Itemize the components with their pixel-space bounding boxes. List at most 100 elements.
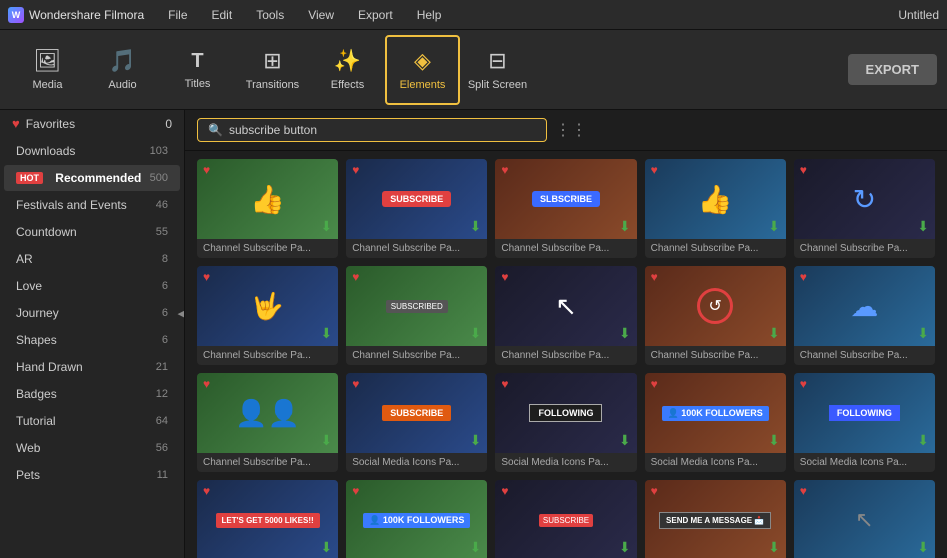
grid-item-17[interactable]: ♥ SUBSCRIBE ⬇ Subscribe1 [495, 480, 636, 558]
sidebar-item-festivals[interactable]: Festivals and Events 46 [4, 192, 180, 218]
thumb-content-7: ↖ [495, 266, 636, 346]
app-name: Wondershare Filmora [29, 8, 144, 22]
grid-item-19[interactable]: ♥ ↖ ⬇ Subscribe3 [794, 480, 935, 558]
toolbar-elements[interactable]: ◈ Elements [385, 35, 460, 105]
sidebar-item-handdrawn[interactable]: Hand Drawn 21 [4, 354, 180, 380]
subscribe-orange-badge: SUBSCRIBE [382, 405, 451, 421]
download-icon-12[interactable]: ⬇ [619, 432, 631, 449]
download-icon-15[interactable]: ⬇ [320, 539, 332, 556]
toolbar-split-screen[interactable]: ⊟ Split Screen [460, 35, 535, 105]
sidebar-item-love[interactable]: Love 6 [4, 273, 180, 299]
grid-label-0: Channel Subscribe Pa... [197, 239, 338, 258]
thumb-content-11: SUBSCRIBE [346, 373, 487, 453]
download-icon-9[interactable]: ⬇ [917, 325, 929, 342]
fav-icon-1: ♥ [352, 163, 359, 177]
followers-sm-badge: 👤 100K FOLLOWERS [363, 513, 470, 528]
grid-item-14[interactable]: ♥ FOLLOWING ⬇ Social Media Icons Pa... [794, 373, 935, 472]
download-icon-7[interactable]: ⬇ [619, 325, 631, 342]
grid-item-0[interactable]: ♥ 👍 ⬇ Channel Subscribe Pa... [197, 159, 338, 258]
grid-item-1[interactable]: ♥ SUBSCRIBE ⬇ Channel Subscribe Pa... [346, 159, 487, 258]
toolbar-audio[interactable]: 🎵 Audio [85, 35, 160, 105]
grid-item-11[interactable]: ♥ SUBSCRIBE ⬇ Social Media Icons Pa... [346, 373, 487, 472]
thumb-17: ♥ SUBSCRIBE ⬇ [495, 480, 636, 558]
grid-item-9[interactable]: ♥ ☁ ⬇ Channel Subscribe Pa... [794, 266, 935, 365]
menu-export[interactable]: Export [354, 6, 397, 24]
grid-item-5[interactable]: ♥ 🤟 ⬇ Channel Subscribe Pa... [197, 266, 338, 365]
menu-file[interactable]: File [164, 6, 191, 24]
download-icon-16[interactable]: ⬇ [470, 539, 482, 556]
grid-item-10[interactable]: ♥ 👤👤 ⬇ Channel Subscribe Pa... [197, 373, 338, 472]
thumb-9: ♥ ☁ ⬇ [794, 266, 935, 346]
fav-icon-10: ♥ [203, 377, 210, 391]
download-icon-11[interactable]: ⬇ [470, 432, 482, 449]
download-icon-19[interactable]: ⬇ [917, 539, 929, 556]
download-icon-6[interactable]: ⬇ [470, 325, 482, 342]
sidebar-item-shapes[interactable]: Shapes 6 [4, 327, 180, 353]
fav-icon-9: ♥ [800, 270, 807, 284]
grid-label-2: Channel Subscribe Pa... [495, 239, 636, 258]
grid-item-7[interactable]: ♥ ↖ ⬇ Channel Subscribe Pa... [495, 266, 636, 365]
elements-grid: ♥ 👍 ⬇ Channel Subscribe Pa... ♥ SUBSCRIB… [197, 159, 935, 558]
toolbar-effects[interactable]: ✨ Effects [310, 35, 385, 105]
download-icon-17[interactable]: ⬇ [619, 539, 631, 556]
menu-help[interactable]: Help [413, 6, 446, 24]
download-icon-13[interactable]: ⬇ [768, 432, 780, 449]
toolbar-media-label: Media [33, 79, 63, 91]
toolbar-titles[interactable]: T Titles [160, 35, 235, 105]
grid-item-18[interactable]: ♥ SEND ME A MESSAGE 📩 ⬇ Element_11 [645, 480, 786, 558]
thumb-content-16: 👤 100K FOLLOWERS [346, 480, 487, 558]
sidebar-item-ar[interactable]: AR 8 [4, 246, 180, 272]
thumb-19: ♥ ↖ ⬇ [794, 480, 935, 558]
sidebar-item-web[interactable]: Web 56 [4, 435, 180, 461]
fav-icon-7: ♥ [501, 270, 508, 284]
sidebar-favorites-label: Favorites [26, 117, 75, 131]
sidebar-pets-count: 11 [157, 469, 168, 481]
grid-item-15[interactable]: ♥ LET'S GET 5000 LIKES!! ⬇ Social Media … [197, 480, 338, 558]
thumb-content-14: FOLLOWING [794, 373, 935, 453]
download-icon-18[interactable]: ⬇ [768, 539, 780, 556]
download-icon-1[interactable]: ⬇ [470, 218, 482, 235]
download-icon-8[interactable]: ⬇ [768, 325, 780, 342]
sidebar-item-pets[interactable]: Pets 11 [4, 462, 180, 488]
sidebar-item-journey[interactable]: Journey 6 ◀ [4, 300, 180, 326]
sidebar-item-downloads[interactable]: Downloads 103 [4, 138, 180, 164]
toolbar-media[interactable]: 🖼 Media [10, 35, 85, 105]
grid-label-4: Channel Subscribe Pa... [794, 239, 935, 258]
sidebar-item-tutorial[interactable]: Tutorial 64 [4, 408, 180, 434]
menu-edit[interactable]: Edit [208, 6, 237, 24]
sidebar-item-badges[interactable]: Badges 12 [4, 381, 180, 407]
grid-item-13[interactable]: ♥ 👤 100K FOLLOWERS ⬇ Social Media Icons … [645, 373, 786, 472]
export-button[interactable]: EXPORT [848, 54, 937, 85]
sidebar-shapes-label: Shapes [16, 333, 57, 347]
fav-icon-11: ♥ [352, 377, 359, 391]
sidebar-downloads-count: 103 [150, 145, 168, 157]
subscribe-badge-2: SLBSCRIBE [532, 191, 600, 207]
thumb-content-1: SUBSCRIBE [346, 159, 487, 239]
grid-item-8[interactable]: ♥ ↺ ⬇ Channel Subscribe Pa... [645, 266, 786, 365]
grid-item-12[interactable]: ♥ FOLLOWING ⬇ Social Media Icons Pa... [495, 373, 636, 472]
fav-icon-8: ♥ [651, 270, 658, 284]
sidebar-item-countdown[interactable]: Countdown 55 [4, 219, 180, 245]
toolbar-transitions[interactable]: ⊞ Transitions [235, 35, 310, 105]
search-options-button[interactable]: ⋮⋮ [555, 120, 587, 140]
search-input[interactable] [229, 123, 536, 137]
grid-item-4[interactable]: ♥ ↻ ⬇ Channel Subscribe Pa... [794, 159, 935, 258]
thumb-2: ♥ SLBSCRIBE ⬇ [495, 159, 636, 239]
download-icon-5[interactable]: ⬇ [320, 325, 332, 342]
download-icon-0[interactable]: ⬇ [320, 218, 332, 235]
grid-item-16[interactable]: ♥ 👤 100K FOLLOWERS ⬇ Element_17 [346, 480, 487, 558]
download-icon-14[interactable]: ⬇ [917, 432, 929, 449]
grid-item-3[interactable]: ♥ 👍 ⬇ Channel Subscribe Pa... [645, 159, 786, 258]
grid-item-6[interactable]: ♥ SUBSCRIBED ⬇ Channel Subscribe Pa... [346, 266, 487, 365]
menu-tools[interactable]: Tools [252, 6, 288, 24]
download-icon-3[interactable]: ⬇ [768, 218, 780, 235]
menu-view[interactable]: View [304, 6, 338, 24]
effects-icon: ✨ [334, 48, 361, 74]
download-icon-4[interactable]: ⬇ [917, 218, 929, 235]
grid-item-2[interactable]: ♥ SLBSCRIBE ⬇ Channel Subscribe Pa... [495, 159, 636, 258]
sidebar-pets-label: Pets [16, 468, 40, 482]
sidebar-item-favorites[interactable]: ♥ Favorites 0 [0, 110, 184, 137]
download-icon-10[interactable]: ⬇ [320, 432, 332, 449]
download-icon-2[interactable]: ⬇ [619, 218, 631, 235]
sidebar-item-recommended[interactable]: HOT Recommended 500 [4, 165, 180, 191]
